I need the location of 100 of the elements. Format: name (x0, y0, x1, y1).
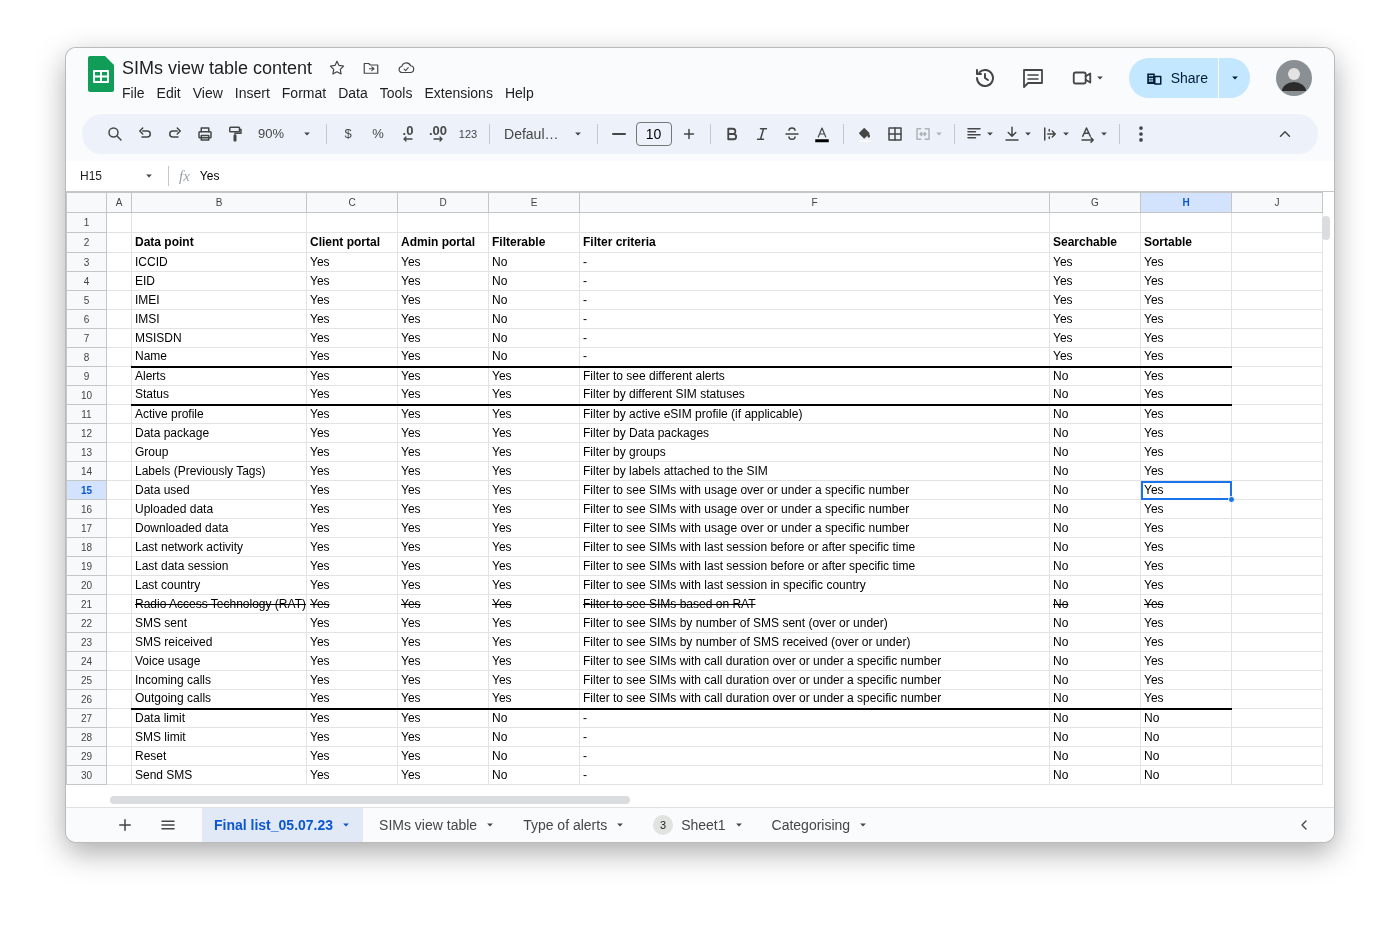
formula-field[interactable]: Yes (197, 166, 1334, 186)
table-cell[interactable]: - (579, 765, 1050, 785)
table-cell[interactable]: - (579, 252, 1050, 272)
table-cell[interactable]: Yes (306, 632, 398, 652)
table-cell[interactable]: Uploaded data (131, 499, 307, 519)
table-cell[interactable]: Yes (488, 537, 580, 557)
table-cell[interactable]: Filter to see SIMs by number of SMS sent (over or under) (579, 613, 1050, 633)
table-cell[interactable]: Filter to see SIMs with last session before or after specific time (579, 556, 1050, 576)
table-cell[interactable]: Yes (397, 537, 489, 557)
table-cell[interactable]: Yes (306, 594, 398, 614)
table-cell[interactable]: Yes (397, 442, 489, 462)
table-cell[interactable]: No (1049, 404, 1141, 424)
table-cell[interactable]: Yes (306, 746, 398, 766)
table-cell[interactable]: Yes (488, 670, 580, 690)
column-header[interactable]: J (1231, 192, 1323, 213)
table-cell[interactable]: Yes (306, 347, 398, 367)
table-cell[interactable]: Radio Access Technology (RAT) (131, 594, 307, 614)
table-cell[interactable]: Yes (397, 632, 489, 652)
column-header[interactable]: E (488, 192, 580, 213)
table-cell[interactable]: Yes (397, 518, 489, 538)
menu-item[interactable]: Extensions (418, 83, 499, 103)
table-cell[interactable]: Yes (1140, 537, 1232, 557)
table-cell[interactable]: Yes (1140, 518, 1232, 538)
table-cell[interactable]: - (579, 727, 1050, 747)
table-cell[interactable]: Yes (397, 651, 489, 671)
table-cell[interactable]: Yes (488, 404, 580, 424)
table-cell[interactable]: Yes (306, 613, 398, 633)
table-cell[interactable]: Yes (1140, 271, 1232, 291)
table-cell[interactable]: Yes (1140, 632, 1232, 652)
table-cell[interactable]: Yes (397, 366, 489, 386)
column-header[interactable]: D (397, 192, 489, 213)
table-cell[interactable]: Yes (1049, 309, 1141, 329)
row-header[interactable]: 2 (66, 232, 107, 253)
table-cell[interactable]: Yes (397, 385, 489, 405)
table-cell[interactable]: Filter to see SIMs with usage over or under a specific number (579, 499, 1050, 519)
table-cell[interactable]: Yes (488, 480, 580, 500)
table-cell[interactable]: SMS sent (131, 613, 307, 633)
table-cell[interactable]: Filter by labels attached to the SIM (579, 461, 1050, 481)
table-cell[interactable]: Incoming calls (131, 670, 307, 690)
sheet-tab[interactable]: Final list_05.07.23 (202, 807, 364, 842)
sheet-tab[interactable]: Categorising (759, 807, 881, 842)
table-cell[interactable]: Yes (306, 727, 398, 747)
table-cell[interactable]: Yes (1140, 385, 1232, 405)
table-cell[interactable]: Data package (131, 423, 307, 443)
table-cell[interactable]: Active profile (131, 404, 307, 424)
table-cell[interactable]: No (488, 727, 580, 747)
menu-item[interactable]: Data (332, 83, 374, 103)
table-cell[interactable]: Outgoing calls (131, 689, 307, 709)
table-cell[interactable]: Filter to see SIMs based on RAT (579, 594, 1050, 614)
table-cell[interactable]: Filter to see SIMs with call duration over or under a specific number (579, 651, 1050, 671)
table-cell[interactable]: Yes (306, 423, 398, 443)
table-cell[interactable]: Yes (397, 613, 489, 633)
table-cell[interactable]: Yes (1140, 670, 1232, 690)
table-cell[interactable]: Filter by active eSIM profile (if applicable) (579, 404, 1050, 424)
table-cell[interactable]: Filter to see SIMs with last session before or after specific time (579, 537, 1050, 557)
table-cell[interactable]: Yes (488, 594, 580, 614)
table-cell[interactable]: Downloaded data (131, 518, 307, 538)
table-cell[interactable]: ICCID (131, 252, 307, 272)
table-cell[interactable]: No (488, 328, 580, 348)
table-cell[interactable]: No (488, 765, 580, 785)
table-cell[interactable]: Yes (397, 252, 489, 272)
font-select[interactable]: Defaul… (496, 120, 591, 148)
table-cell[interactable]: Filterable (488, 232, 580, 253)
table-cell[interactable]: Yes (1140, 290, 1232, 310)
table-cell[interactable]: Yes (1140, 309, 1232, 329)
sheet-tab[interactable]: SIMs view table (367, 807, 508, 842)
table-cell[interactable]: No (1049, 537, 1141, 557)
table-cell[interactable]: Yes (1140, 366, 1232, 386)
column-header[interactable]: B (131, 192, 307, 213)
table-cell[interactable]: Yes (1140, 442, 1232, 462)
percent-button[interactable]: % (363, 120, 394, 148)
table-cell[interactable]: Yes (306, 670, 398, 690)
table-cell[interactable]: No (1049, 556, 1141, 576)
table-cell[interactable]: Name (131, 347, 307, 367)
table-cell[interactable]: Yes (397, 708, 489, 728)
table-cell[interactable]: Last network activity (131, 537, 307, 557)
table-cell[interactable]: No (1140, 765, 1232, 785)
table-cell[interactable]: Status (131, 385, 307, 405)
table-cell[interactable]: Yes (306, 461, 398, 481)
table-cell[interactable]: Yes (397, 461, 489, 481)
table-cell[interactable]: Yes (306, 480, 398, 500)
table-cell[interactable]: Yes (1140, 689, 1232, 709)
horizontal-scrollbar[interactable] (110, 796, 630, 804)
table-cell[interactable]: Yes (488, 366, 580, 386)
table-cell[interactable]: Yes (397, 746, 489, 766)
table-cell[interactable]: No (1049, 613, 1141, 633)
table-cell[interactable]: Yes (397, 670, 489, 690)
table-cell[interactable]: Yes (1049, 252, 1141, 272)
add-sheet-button[interactable] (116, 816, 134, 834)
table-cell[interactable]: Yes (397, 556, 489, 576)
table-cell[interactable]: Yes (488, 689, 580, 709)
table-cell[interactable]: Yes (1049, 347, 1141, 367)
currency-button[interactable]: $ (333, 120, 364, 148)
table-cell[interactable]: Filter to see SIMs with last session in specific country (579, 575, 1050, 595)
table-cell[interactable]: Yes (397, 309, 489, 329)
increase-decimal-button[interactable]: .00 (423, 120, 454, 148)
table-cell[interactable]: Filter to see SIMs with call duration over or under a specific number (579, 670, 1050, 690)
table-cell[interactable]: IMSI (131, 309, 307, 329)
menu-item[interactable]: Format (275, 83, 333, 103)
table-cell[interactable]: Yes (397, 765, 489, 785)
